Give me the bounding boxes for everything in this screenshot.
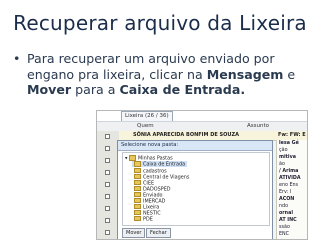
row-checkbox[interactable]: [105, 146, 110, 151]
bullet-text: Para recuperar um arquivo enviado por en…: [27, 51, 317, 98]
subject-cell[interactable]: ndo: [279, 204, 288, 209]
subject-cell[interactable]: ornal: [279, 211, 293, 216]
folder-icon: [134, 179, 141, 185]
move-button[interactable]: Mover: [122, 228, 146, 238]
folder-pde[interactable]: PDE: [134, 215, 153, 222]
subject-cell[interactable]: AT INC: [279, 218, 297, 223]
tab-lixeira[interactable]: Lixeira (26 / 36): [121, 111, 173, 121]
subject-cell[interactable]: Erv: I: [279, 190, 291, 195]
subject-column: lesa Gé ção mitiva ão / Arima ATIVIDA en…: [276, 140, 307, 239]
folder-caixa-de-entrada[interactable]: Caixa de Entrada: [132, 161, 188, 168]
row-checkbox[interactable]: [105, 218, 110, 223]
message-sender: SÔNIA APARECIDA BONFIM DE SOUZA: [133, 132, 239, 138]
bullet-bold-caixa: Caixa de Entrada.: [119, 82, 246, 98]
move-folder-dialog: Selecione nova pasta: ▾ Minhas Pastas Ca…: [117, 140, 273, 239]
folder-icon: [134, 161, 141, 167]
subject-cell[interactable]: / Arima: [279, 169, 298, 174]
bullet-bold-mensagem: Mensagem: [206, 66, 284, 82]
row-checkbox[interactable]: [105, 206, 110, 211]
folder-icon: [134, 215, 141, 221]
slide-title: Recuperar arquivo da Lixeira: [13, 11, 307, 35]
row-checkbox[interactable]: [105, 182, 110, 187]
folder-icon: [134, 173, 141, 179]
subject-cell[interactable]: eno Ens: [279, 183, 298, 188]
folder-label: PDE: [143, 215, 153, 222]
email-screenshot: Lixeira (26 / 36) Quem Assunto SÔNIA APA…: [96, 110, 308, 240]
folder-icon: [134, 209, 141, 215]
row-checkbox[interactable]: [105, 170, 110, 175]
subject-cell[interactable]: ão: [279, 162, 285, 167]
folder-icon: [134, 197, 141, 203]
bullet-text-part3: para a: [71, 82, 120, 98]
subject-cell[interactable]: ATIVIDA: [279, 176, 301, 181]
message-subject: Fw: FW: E: [278, 132, 306, 138]
bullet-bold-mover: Mover: [27, 82, 72, 98]
close-button[interactable]: Fechar: [146, 228, 171, 238]
row-checkbox[interactable]: [105, 230, 110, 235]
folder-icon: [134, 167, 141, 173]
folder-label: Caixa de Entrada: [143, 161, 186, 168]
folder-icon: [134, 191, 141, 197]
bullet-marker: •: [13, 51, 21, 66]
folder-icon: [134, 203, 141, 209]
subject-cell[interactable]: ssão: [279, 225, 290, 230]
tab-strip: Lixeira (26 / 36): [97, 111, 307, 121]
dialog-header: Selecione nova pasta:: [118, 141, 272, 151]
subject-cell[interactable]: mitiva: [279, 155, 296, 160]
subject-cell[interactable]: lesa Gé: [279, 141, 299, 146]
row-checkbox[interactable]: [105, 158, 110, 163]
folder-icon: [134, 185, 141, 191]
subject-cell[interactable]: ENC: [279, 232, 289, 237]
bullet-text-part2: e: [283, 66, 296, 82]
row-checkbox[interactable]: [105, 194, 110, 199]
subject-cell[interactable]: ção: [279, 148, 288, 153]
dialog-title: Selecione nova pasta:: [121, 142, 179, 148]
collapse-arrow-icon[interactable]: ▾: [125, 155, 127, 161]
folder-icon: [129, 155, 137, 161]
column-subject[interactable]: Assunto: [247, 123, 269, 129]
column-from[interactable]: Quem: [137, 123, 154, 129]
subject-cell[interactable]: ACON: [279, 197, 294, 202]
folder-tree: ▾ Minhas Pastas Caixa de Entrada cadastr…: [122, 152, 270, 226]
row-checkbox[interactable]: [105, 134, 110, 139]
